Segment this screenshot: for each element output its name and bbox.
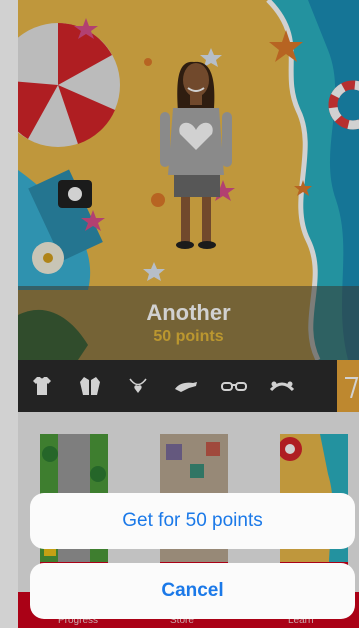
get-for-points-button[interactable]: Get for 50 points xyxy=(30,493,355,549)
cancel-button[interactable]: Cancel xyxy=(30,563,355,619)
